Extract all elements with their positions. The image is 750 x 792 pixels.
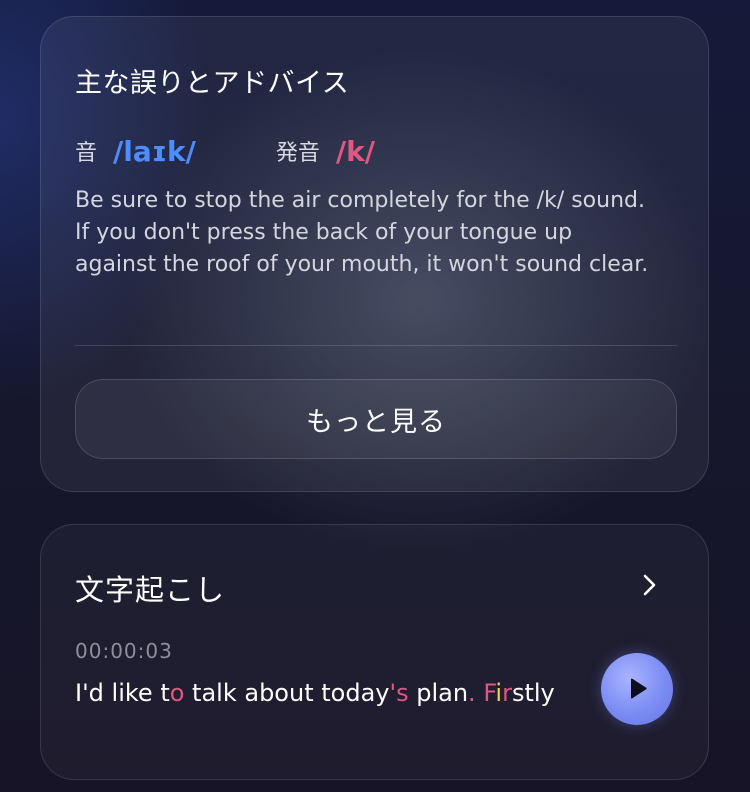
advice-card: 主な誤りとアドバイス 音 /laɪk/ 発音 /k/ Be sure to st… xyxy=(40,16,709,492)
transcript-segment: stly xyxy=(511,679,555,707)
play-button[interactable] xyxy=(601,653,673,725)
transcript-segment: F xyxy=(483,679,496,707)
transcript-segment: I'd like t xyxy=(75,679,170,707)
advice-text: Be sure to stop the air completely for t… xyxy=(75,188,649,277)
transcript-text: I'd like to talk about today's plan. Fir… xyxy=(75,675,575,711)
pronounced-label: 発音 xyxy=(275,141,320,166)
transcript-segment: o xyxy=(169,679,185,707)
play-icon xyxy=(631,678,647,699)
transcript-segment: r xyxy=(502,679,512,707)
transcript-card[interactable]: 文字起こし 00:00:03 I'd like to talk about to… xyxy=(40,524,709,780)
divider xyxy=(75,345,677,346)
pronounced-phoneme: /k/ xyxy=(335,134,375,168)
transcript-segment: . xyxy=(468,679,476,707)
transcript-segment: plan xyxy=(408,679,469,707)
correct-phoneme: /laɪk/ xyxy=(113,134,196,168)
phoneme-row: 音 /laɪk/ 発音 /k/ xyxy=(75,129,375,173)
chevron-right-icon[interactable] xyxy=(637,573,661,597)
transcript-segment: talk about today xyxy=(184,679,390,707)
sound-label: 音 xyxy=(75,141,98,166)
see-more-button[interactable]: もっと見る xyxy=(75,379,677,459)
advice-title: 主な誤りとアドバイス xyxy=(75,68,350,99)
timestamp: 00:00:03 xyxy=(75,639,173,663)
transcript-segment: 's xyxy=(389,679,409,707)
transcript-title: 文字起こし xyxy=(75,573,226,607)
